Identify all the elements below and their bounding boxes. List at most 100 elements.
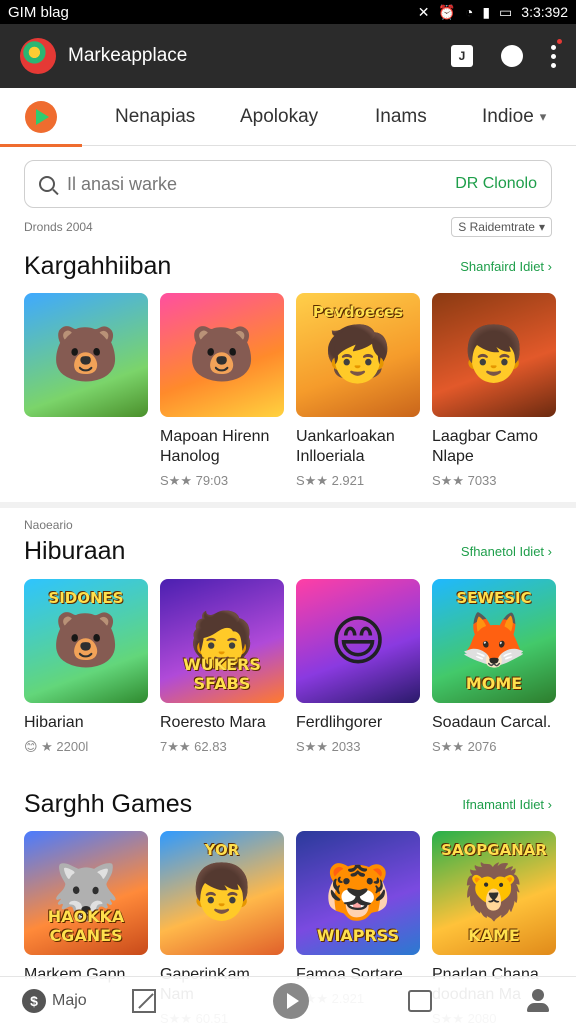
status-icons: ✕ ⏰ ◔ ▮ ▭ 3:3:392 <box>418 4 568 21</box>
app-rating: 7★★ 62.83 <box>160 739 227 754</box>
app-rating: S★★ 2076 <box>432 739 497 754</box>
tab-4[interactable]: Indioe ▾ <box>482 106 546 128</box>
app-rating: S★★ 7033 <box>432 473 497 488</box>
sort-dropdown[interactable]: S Raidemtrate ▾ <box>451 217 552 237</box>
app-name: Soadaun Carcal. <box>432 714 552 731</box>
status-time: 3:3:392 <box>521 4 568 20</box>
app-rating: S★★ 79:03 <box>160 473 229 488</box>
app-card[interactable]: SIDONES 🐻 Hibarian 😊 ★ 2200l <box>24 579 148 755</box>
tab-home[interactable] <box>0 88 82 147</box>
nav-home[interactable]: $ Majo <box>22 988 87 1013</box>
app-name: Mapoan Hirenn Hanolog <box>160 428 270 465</box>
thumbnail-title-art: SIDONES <box>48 589 124 607</box>
mute-icon: ✕ <box>417 3 430 20</box>
signal-icon: ▮ <box>482 3 491 20</box>
search-input[interactable] <box>67 173 456 195</box>
app-card[interactable]: 👦 Laagbar Camo Nlape S★★ 7033 <box>432 293 556 489</box>
app-card[interactable]: 🧑 WUKERS SFABS Roeresto Mara 7★★ 62.83 <box>160 579 284 755</box>
app-card[interactable]: Pevdoeces 🧒 Uankarloakan Inlloeriala S★★ 2.… <box>296 293 420 489</box>
section-header: Kargahhiiban Shanfaird Idiet › <box>24 252 552 281</box>
app-thumbnail[interactable]: 🧑 WUKERS SFABS <box>160 579 284 703</box>
sort-dropdown-value: S Raidemtrate <box>458 220 535 234</box>
app-thumbnail[interactable]: 🐻 <box>160 293 284 417</box>
play-icon[interactable] <box>273 982 309 1019</box>
character-art-icon: 🐻 <box>52 610 120 671</box>
app-name: Laagbar Camo Nlape <box>432 428 538 465</box>
thumbnail-logo-text: MOME <box>465 674 523 693</box>
nav-home-label: Majo <box>52 991 87 1009</box>
section-title: Sarghh Games <box>24 790 193 818</box>
app-thumbnail[interactable]: SIDONES 🐻 <box>24 579 148 703</box>
app-thumbnail[interactable]: Pevdoeces 🧒 <box>296 293 420 417</box>
app-bar: Markeapplace J <box>0 24 576 88</box>
profile-icon[interactable] <box>527 989 549 1013</box>
library-icon[interactable]: J <box>451 45 473 67</box>
more-menu-icon[interactable] <box>551 38 562 68</box>
filter-row: Dronds 2004 S Raidemtrate ▾ <box>24 216 552 238</box>
app-thumbnail[interactable]: 🐺 HAOKKA CGANES <box>24 831 148 955</box>
character-art-icon: 👦 <box>188 862 256 923</box>
app-thumbnail[interactable]: 🐻 <box>24 293 148 417</box>
thumbnail-logo-text: WUKERS SFABS <box>183 655 261 693</box>
app-card[interactable]: 😄 Ferdlihgorer S★★ 2033 <box>296 579 420 755</box>
section-header: Hiburaan Sfhanetol Idiet › <box>24 537 552 566</box>
app-rating: S★★ 2.921 <box>296 473 365 488</box>
thumbnail-logo-text: WIAPRSS <box>316 926 400 945</box>
tab-3[interactable]: Inams <box>375 106 427 128</box>
chat-icon[interactable] <box>501 45 523 67</box>
bottom-nav: $ Majo <box>0 976 576 1024</box>
play-store-icon <box>25 100 57 133</box>
chevron-down-icon: ▾ <box>539 108 547 124</box>
tab-1[interactable]: Nenapias <box>115 106 195 128</box>
card-row: 🐻 🐻 Mapoan Hirenn Hanolog S★★ 79:03 Pevdoece… <box>24 293 564 489</box>
app-name: Hibarian <box>24 714 84 731</box>
section-title: Kargahhiiban <box>24 252 172 280</box>
alarm-icon: ⏰ <box>438 3 456 20</box>
see-more-link[interactable]: Ifnamantl Idiet › <box>462 797 552 812</box>
thumbnail-title-art: Pevdoeces <box>312 303 404 321</box>
section-subtitle: Naoeario <box>24 518 73 532</box>
card-row: SIDONES 🐻 Hibarian 😊 ★ 2200l 🧑 WUKERS SFABS Ro… <box>24 579 564 755</box>
bag-icon[interactable] <box>408 989 432 1012</box>
category-tabs: Nenapias Apolokay Inams Indioe ▾ <box>0 88 576 147</box>
app-thumbnail[interactable]: 🐯 WIAPRSS <box>296 831 420 955</box>
section-header: Sarghh Games Ifnamantl Idiet › <box>24 790 552 819</box>
wifi-icon: ◔ <box>464 4 474 20</box>
app-card[interactable]: 🐻 Mapoan Hirenn Hanolog S★★ 79:03 <box>160 293 284 489</box>
character-art-icon: 🧒 <box>324 324 392 385</box>
thumbnail-title-art: YOR <box>204 841 240 859</box>
search-action-link[interactable]: DR Clonolo <box>455 175 537 193</box>
see-more-link[interactable]: Shanfaird Idiet › <box>460 259 552 274</box>
edit-icon[interactable] <box>132 988 156 1013</box>
app-rating: S★★ 2033 <box>296 739 361 754</box>
thumbnail-title-art: SAOPGANAR <box>441 841 547 859</box>
battery-icon: ▭ <box>499 3 513 20</box>
status-bar: GIM blag ✕ ⏰ ◔ ▮ ▭ 3:3:392 <box>0 0 576 24</box>
character-art-icon: 😄 <box>329 611 387 672</box>
thumbnail-title-art: SEWESIC <box>456 589 532 607</box>
character-art-icon: 👦 <box>460 324 528 385</box>
character-art-icon: 🐻 <box>188 324 256 385</box>
app-name: Roeresto Mara <box>160 714 266 731</box>
app-card[interactable]: SEWESIC 🦊 MOME Soadaun Carcal. S★★ 2076 <box>432 579 556 755</box>
tab-4-label: Indioe <box>482 105 534 127</box>
section-title: Hiburaan <box>24 537 126 565</box>
app-logo-icon <box>20 38 56 74</box>
status-left-text: GIM blag <box>8 3 69 21</box>
app-thumbnail[interactable]: 😄 <box>296 579 420 703</box>
search-icon <box>39 176 55 192</box>
chevron-down-icon: ▾ <box>538 220 545 234</box>
tab-2[interactable]: Apolokay <box>240 106 318 128</box>
app-thumbnail[interactable]: SAOPGANAR 🦁 KAME <box>432 831 556 955</box>
app-bar-actions: J <box>451 38 562 68</box>
app-thumbnail[interactable]: 👦 <box>432 293 556 417</box>
app-thumbnail[interactable]: SEWESIC 🦊 MOME <box>432 579 556 703</box>
app-name: Uankarloakan Inlloeriala <box>296 428 395 465</box>
app-rating: 😊 ★ 2200l <box>24 739 89 754</box>
app-card[interactable]: 🐻 <box>24 293 148 489</box>
dollar-icon: $ <box>22 988 46 1013</box>
search-bar: DR Clonolo <box>24 160 552 208</box>
see-more-link[interactable]: Sfhanetol Idiet › <box>461 544 552 559</box>
app-thumbnail[interactable]: YOR 👦 <box>160 831 284 955</box>
character-art-icon: 🦁 <box>460 862 528 923</box>
